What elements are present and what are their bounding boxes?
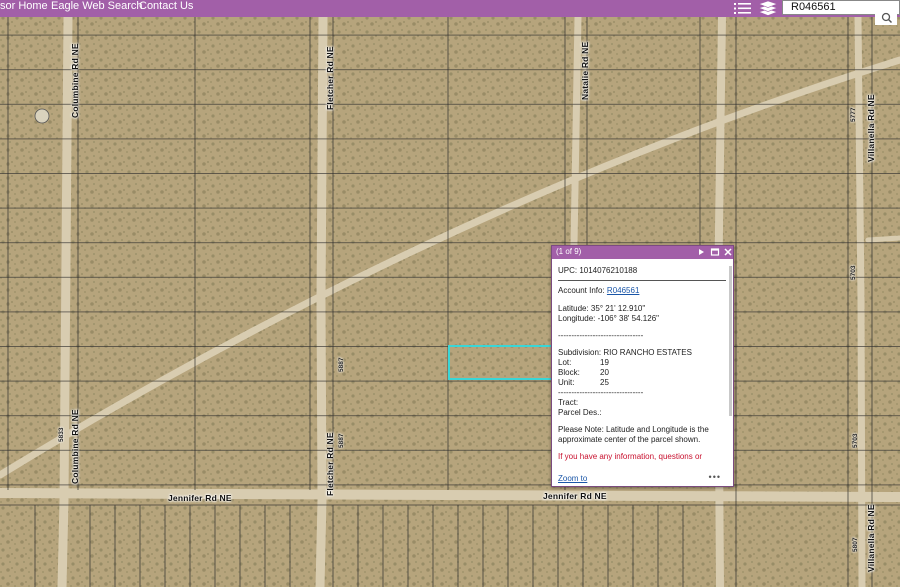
longitude-text: Longitude: -106° 38' 54.126" xyxy=(558,314,659,323)
parcel-des-text: Parcel Des.: xyxy=(558,408,602,417)
block-label: Block: xyxy=(558,368,580,377)
account-link[interactable]: R046561 xyxy=(607,286,639,295)
dash-separator: -------------------------------- xyxy=(558,388,644,397)
close-icon[interactable] xyxy=(723,247,733,257)
lot-label: Lot: xyxy=(558,358,572,367)
nav-link-eagle-web-search[interactable]: Eagle Web Search xyxy=(51,0,143,12)
popup-body: UPC: 1014076210188 Account Info: R046561… xyxy=(558,266,728,486)
address-label: 5807 xyxy=(852,537,859,552)
account-label: Account Info: xyxy=(558,286,607,295)
search-icon[interactable] xyxy=(875,11,897,25)
dash-separator: -------------------------------- xyxy=(558,331,644,340)
latitude-text: Latitude: 35° 21' 12.910" xyxy=(558,304,646,313)
block-row: Block: 20 xyxy=(558,368,728,378)
upc-text: UPC: 1014076210188 xyxy=(558,266,638,275)
tract-text: Tract: xyxy=(558,398,579,407)
popup-scrollbar[interactable] xyxy=(729,266,732,416)
unit-value: 25 xyxy=(600,378,609,387)
list-icon[interactable] xyxy=(733,0,753,16)
zoom-to-link[interactable]: Zoom to xyxy=(558,474,587,483)
address-label: 5833 xyxy=(58,427,65,442)
layers-icon[interactable] xyxy=(758,0,778,16)
block-value: 20 xyxy=(600,368,609,377)
unit-row: Unit: 25 xyxy=(558,378,728,388)
info-request-text: If you have any information, questions o… xyxy=(558,452,703,461)
road-label-jennifer-east: Jennifer Rd NE xyxy=(543,491,607,501)
lot-row: Lot: 19 xyxy=(558,358,728,368)
nav-link-assessor-home[interactable]: sor Home xyxy=(0,0,48,12)
popup-header: (1 of 9) xyxy=(552,246,733,259)
subdivision-text: Subdivision: RIO RANCHO ESTATES xyxy=(558,348,692,357)
road-label-fletcher-north: Fletcher Rd NE xyxy=(325,46,335,110)
popup-feature-count: (1 of 9) xyxy=(556,247,582,256)
road-label-columbine-south: Columbine Rd NE xyxy=(70,409,80,484)
more-options-icon[interactable]: ••• xyxy=(709,472,721,482)
address-label: 5887 xyxy=(338,433,345,448)
road-label-jennifer-west: Jennifer Rd NE xyxy=(168,493,232,503)
lot-value: 19 xyxy=(600,358,609,367)
account-info: Account Info: R046561 xyxy=(558,286,728,296)
unit-label: Unit: xyxy=(558,378,575,387)
address-label: 5777 xyxy=(850,107,857,122)
road-label-natalie: Natalie Rd NE xyxy=(580,41,590,100)
road-label-villanella-south: Villanella Rd NE xyxy=(866,504,876,572)
next-feature-icon[interactable] xyxy=(696,247,706,257)
parcel-info-popup: (1 of 9) UPC: 1014076210188 Account Info… xyxy=(551,245,734,487)
round-feature xyxy=(34,108,50,124)
location-note: Please Note: Latitude and Longitude is t… xyxy=(558,425,709,444)
map-canvas[interactable] xyxy=(0,0,900,587)
road-label-fletcher-south: Fletcher Rd NE xyxy=(325,432,335,496)
top-nav-bar: sor Home Eagle Web Search Contact Us xyxy=(0,0,900,17)
maximize-icon[interactable] xyxy=(710,247,720,257)
nav-link-contact-us[interactable]: Contact Us xyxy=(139,0,193,12)
road-label-villanella-north: Villanella Rd NE xyxy=(866,94,876,162)
address-label: 5887 xyxy=(338,357,345,372)
address-label: 5703 xyxy=(852,433,859,448)
popup-divider xyxy=(558,280,726,281)
address-label: 5703 xyxy=(850,265,857,280)
road-label-columbine-north: Columbine Rd NE xyxy=(70,43,80,118)
